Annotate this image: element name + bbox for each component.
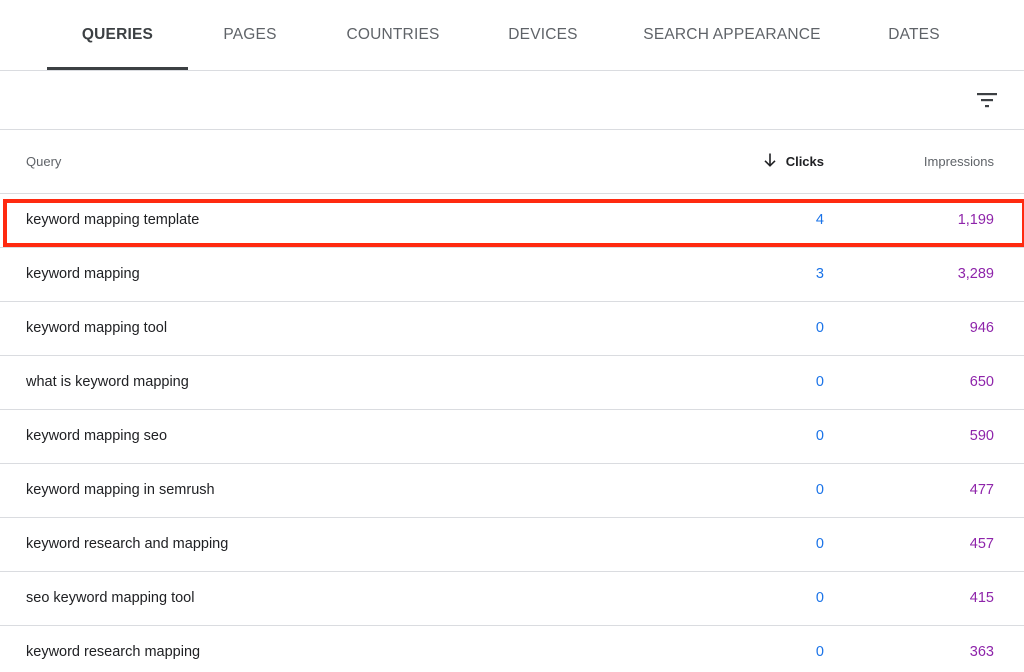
- tab-countries[interactable]: COUNTRIES: [330, 0, 456, 70]
- query-cell: keyword mapping: [26, 266, 140, 282]
- column-header-query[interactable]: Query: [26, 154, 61, 169]
- table-row[interactable]: seo keyword mapping tool 0 415: [0, 572, 1024, 626]
- filter-list-icon[interactable]: [975, 88, 999, 112]
- impressions-cell: 590: [969, 428, 994, 444]
- impressions-cell: 946: [969, 320, 994, 336]
- filter-bar: [0, 71, 1024, 130]
- clicks-cell: 0: [815, 536, 824, 552]
- clicks-cell: 0: [815, 482, 824, 498]
- query-cell: keyword mapping tool: [26, 320, 168, 336]
- table-row[interactable]: keyword research mapping 0 363: [0, 626, 1024, 672]
- tab-search-appearance[interactable]: SEARCH APPEARANCE: [632, 0, 832, 70]
- table-row[interactable]: what is keyword mapping 0 650: [0, 356, 1024, 410]
- clicks-cell: 0: [815, 320, 824, 336]
- tab-pages[interactable]: PAGES: [200, 0, 300, 70]
- tab-queries[interactable]: QUERIES: [47, 0, 188, 70]
- performance-report: QUERIES PAGES COUNTRIES DEVICES SEARCH A…: [0, 0, 1024, 672]
- impressions-cell: 415: [969, 590, 994, 606]
- query-cell: keyword mapping in semrush: [26, 482, 215, 498]
- query-cell: keyword research mapping: [26, 644, 201, 660]
- report-tabs: QUERIES PAGES COUNTRIES DEVICES SEARCH A…: [0, 0, 1024, 71]
- table-row[interactable]: keyword mapping seo 0 590: [0, 410, 1024, 464]
- tab-dates[interactable]: DATES: [864, 0, 964, 70]
- column-header-impressions[interactable]: Impressions: [924, 154, 994, 169]
- impressions-cell: 457: [969, 536, 994, 552]
- table-row[interactable]: keyword mapping in semrush 0 477: [0, 464, 1024, 518]
- impressions-cell: 650: [969, 374, 994, 390]
- clicks-cell: 0: [815, 590, 824, 606]
- table-row[interactable]: keyword mapping 3 3,289: [0, 248, 1024, 302]
- impressions-cell: 3,289: [957, 266, 994, 282]
- arrow-down-icon[interactable]: [762, 152, 778, 168]
- clicks-cell: 3: [815, 266, 824, 282]
- impressions-cell: 1,199: [957, 212, 994, 228]
- query-cell: what is keyword mapping: [26, 374, 189, 390]
- tab-devices[interactable]: DEVICES: [487, 0, 599, 70]
- clicks-cell: 0: [815, 644, 824, 660]
- table-header: Query Clicks Impressions: [0, 130, 1024, 194]
- table-row[interactable]: keyword mapping tool 0 946: [0, 302, 1024, 356]
- table-row[interactable]: keyword mapping template 4 1,199: [0, 194, 1024, 248]
- active-tab-indicator: [47, 67, 188, 70]
- impressions-cell: 477: [969, 482, 994, 498]
- query-cell: keyword research and mapping: [26, 536, 229, 552]
- query-cell: keyword mapping seo: [26, 428, 168, 444]
- clicks-cell: 4: [815, 212, 824, 228]
- table-row[interactable]: keyword research and mapping 0 457: [0, 518, 1024, 572]
- table-body: keyword mapping template 4 1,199 keyword…: [0, 194, 1024, 672]
- impressions-cell: 363: [969, 644, 994, 660]
- column-header-clicks[interactable]: Clicks: [786, 154, 824, 169]
- clicks-cell: 0: [815, 428, 824, 444]
- clicks-cell: 0: [815, 374, 824, 390]
- query-cell: keyword mapping template: [26, 212, 200, 228]
- query-cell: seo keyword mapping tool: [26, 590, 195, 606]
